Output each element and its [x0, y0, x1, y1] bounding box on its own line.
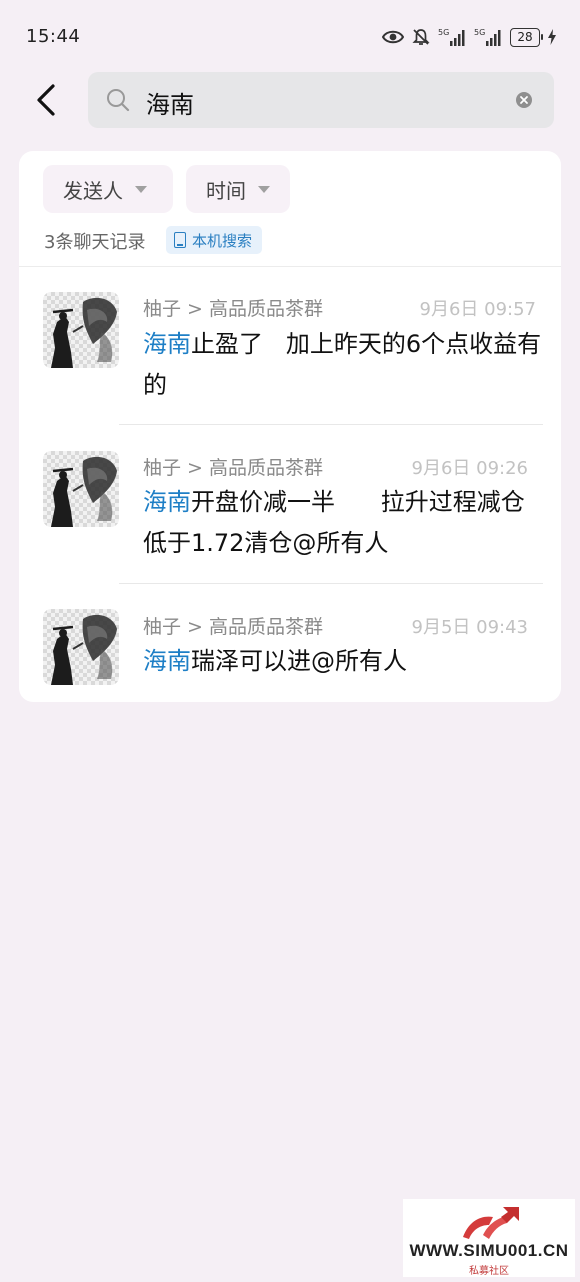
mute-bell-icon: [412, 29, 430, 45]
local-search-badge[interactable]: 本机搜索: [166, 226, 263, 254]
time-filter[interactable]: 时间: [186, 165, 290, 213]
watermark-subtext: 私募社区: [469, 1266, 509, 1277]
caret-down-icon: [258, 185, 270, 193]
ink-painting-avatar: [43, 292, 119, 368]
chat-source: 柚子 > 高品质品茶群: [143, 298, 323, 320]
back-button[interactable]: [26, 78, 66, 122]
svg-text:5G: 5G: [438, 28, 449, 37]
avatar[interactable]: [43, 292, 119, 368]
watermark: WWW.SIMU001.CN 私募社区: [403, 1199, 575, 1277]
keyword-highlight: 海南: [143, 488, 191, 516]
result-item[interactable]: 柚子 > 高品质品茶群 9月5日 09:43 海南瑞泽可以进@所有人: [19, 584, 561, 702]
battery-icon: 28: [510, 27, 543, 47]
search-input[interactable]: 海南: [146, 85, 194, 120]
search-icon: [107, 89, 130, 112]
sender-filter[interactable]: 发送人: [43, 165, 173, 213]
result-item[interactable]: 柚子 > 高品质品茶群 9月6日 09:57 海南止盈了 加上昨天的6个点收益有…: [19, 267, 561, 423]
keyword-highlight: 海南: [143, 647, 191, 675]
avatar[interactable]: [43, 451, 119, 527]
avatar[interactable]: [43, 609, 119, 685]
chat-source: 柚子 > 高品质品茶群: [143, 616, 323, 638]
message-time: 9月5日 09:43: [411, 617, 529, 638]
message-text: 海南开盘价减一半 拉升过程减仓 低于1.72清仓@所有人: [143, 482, 533, 564]
signal-icon: 5G: [438, 28, 465, 46]
eye-icon: [382, 30, 404, 44]
sender-filter-label: 发送人: [63, 178, 123, 203]
charging-icon: [548, 29, 556, 45]
watermark-logo: [463, 1207, 519, 1239]
record-count: 3条聊天记录: [44, 232, 146, 253]
results-card: 发送人 时间 3条聊天记录 本机搜索 柚子 > 高品质品茶群 9月6日 09:5…: [19, 151, 561, 702]
message-body: 瑞泽可以进@所有人: [191, 647, 407, 675]
search-box[interactable]: 海南: [88, 72, 554, 128]
ink-painting-avatar: [43, 609, 119, 685]
message-time: 9月6日 09:57: [419, 299, 537, 320]
time-filter-label: 时间: [206, 178, 246, 203]
message-time: 9月6日 09:26: [411, 458, 529, 479]
status-bar: 15:44 5G 5G 28: [0, 0, 580, 72]
watermark-text: WWW.SIMU001.CN: [409, 1241, 569, 1260]
message-text: 海南止盈了 加上昨天的6个点收益有的: [143, 324, 543, 406]
clear-icon[interactable]: [516, 92, 532, 108]
result-item[interactable]: 柚子 > 高品质品茶群 9月6日 09:26 海南开盘价减一半 拉升过程减仓 低…: [19, 425, 561, 583]
back-arrow-icon: [37, 84, 55, 116]
battery-level: 28: [517, 30, 533, 44]
local-search-label: 本机搜索: [192, 231, 253, 250]
phone-icon: [174, 232, 186, 248]
status-icons: 5G 5G 28: [382, 24, 556, 50]
caret-down-icon: [135, 185, 147, 193]
message-text: 海南瑞泽可以进@所有人: [143, 641, 543, 682]
signal-icon: 5G: [474, 28, 501, 46]
keyword-highlight: 海南: [143, 330, 191, 358]
message-body: 止盈了 加上昨天的6个点收益有的: [143, 330, 542, 399]
ink-painting-avatar: [43, 451, 119, 527]
status-time: 15:44: [26, 26, 81, 47]
svg-text:5G: 5G: [474, 28, 485, 37]
message-body: 开盘价减一半 拉升过程减仓 低于1.72清仓@所有人: [143, 488, 571, 557]
chat-source: 柚子 > 高品质品茶群: [143, 457, 323, 479]
